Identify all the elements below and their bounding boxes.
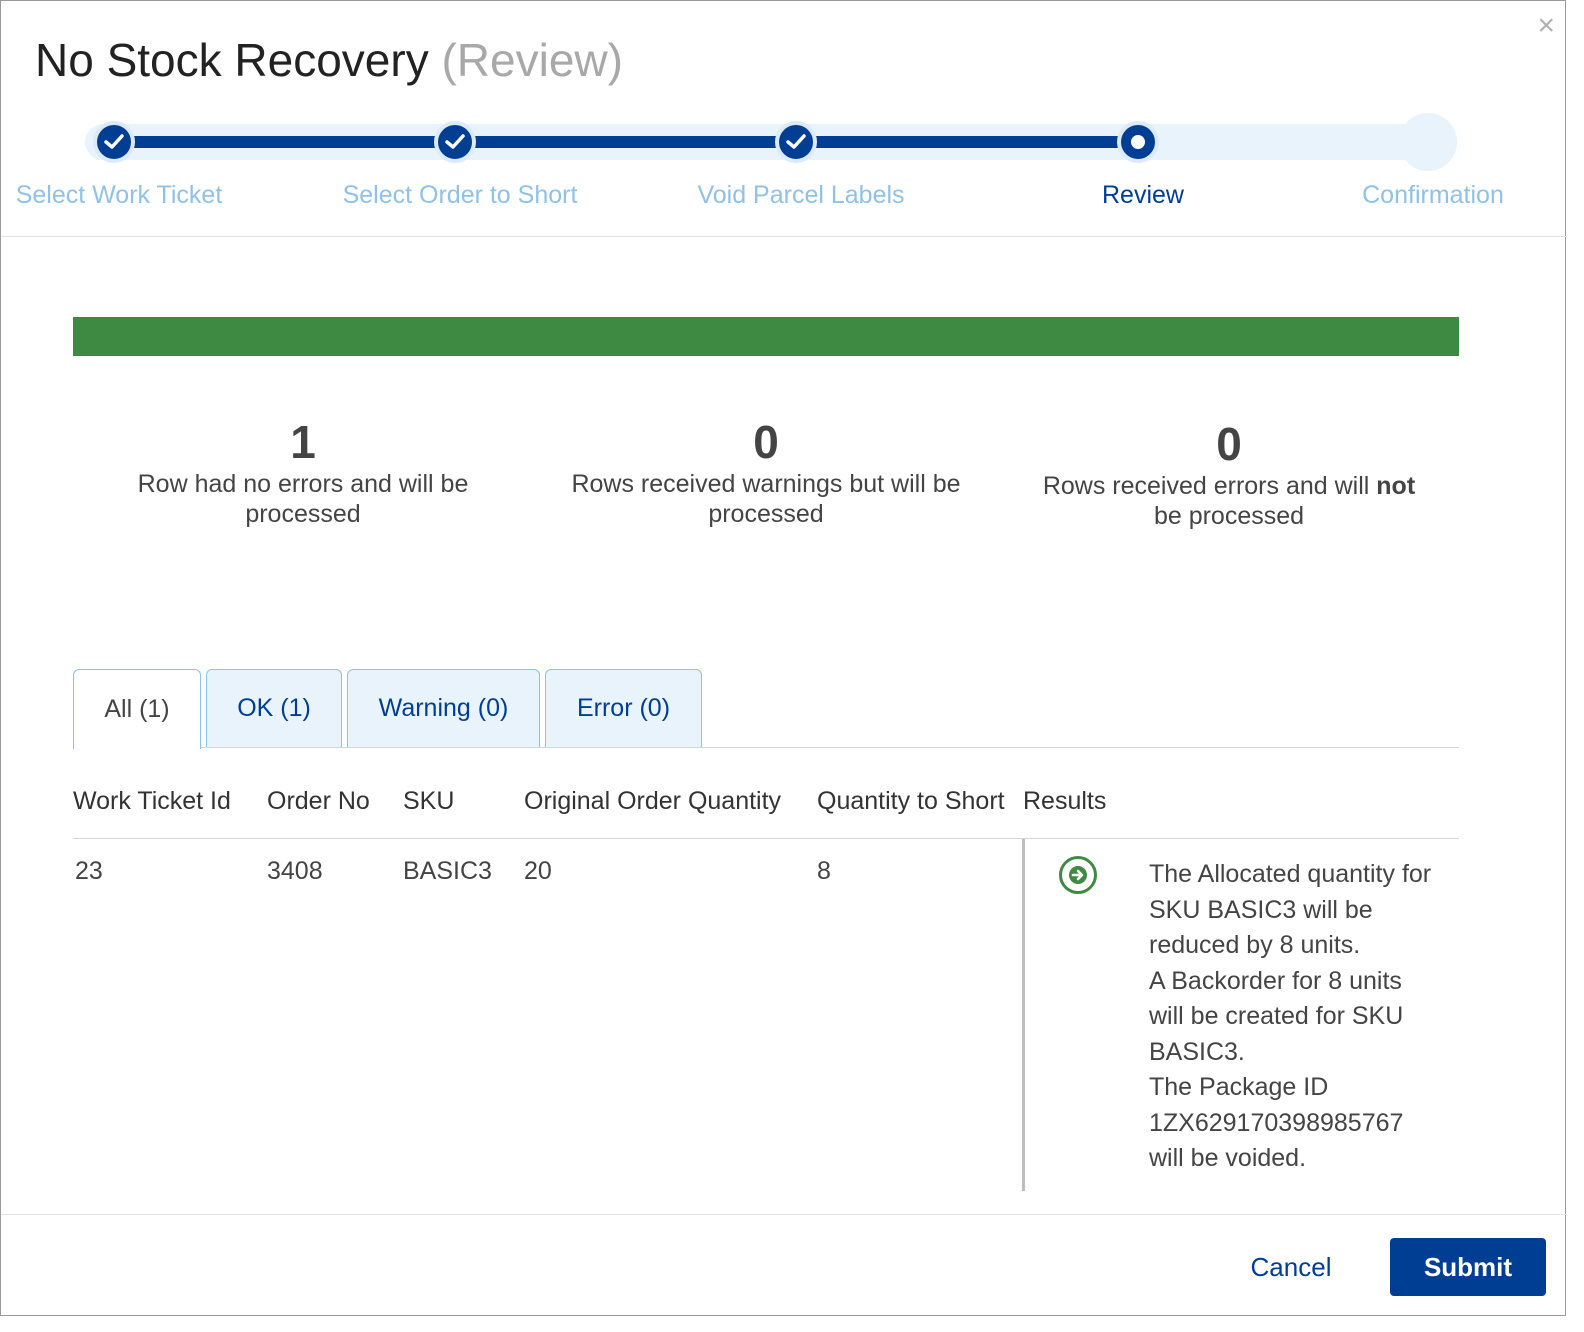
cell-work-ticket-id: 23 [75,857,103,885]
step-2-check-icon [434,121,476,163]
column-header-quantity-to-short: Quantity to Short [817,787,1005,815]
cell-order-no: 3408 [267,857,323,885]
step-label-select-order-to-short: Select Order to Short [342,181,578,209]
cancel-button[interactable]: Cancel [1241,1239,1341,1295]
stat-no-errors-count: 1 [290,416,316,468]
stat-errors-text-bold: not [1376,472,1416,500]
results-column-separator [1022,839,1025,1191]
result-line: A Backorder for 8 units [1149,966,1402,995]
footer-divider [1,1214,1567,1215]
column-header-original-order-quantity: Original Order Quantity [524,787,782,815]
step-label-void-parcel-labels: Void Parcel Labels [697,181,905,209]
column-header-order-no: Order No [267,787,370,815]
cell-quantity-to-short: 8 [817,857,831,885]
column-header-sku: SKU [403,787,455,815]
tab-error[interactable]: Error (0) [545,669,702,747]
results-tabs: All (1) OK (1) Warning (0) Error (0) [73,669,1459,749]
result-line: The Package ID [1149,1073,1329,1101]
step-label-review: Review [1102,181,1184,209]
submit-button[interactable]: Submit [1390,1238,1546,1296]
dialog-title-text: No Stock Recovery [35,34,429,86]
cell-results-text: The Allocated quantity for SKU BASIC3 wi… [1149,857,1449,1177]
table-header-divider [73,838,1459,839]
header-divider [1,236,1567,237]
dialog-title: No Stock Recovery (Review) [35,33,623,87]
column-header-results: Results [1023,787,1107,815]
stat-errors-text-before: Rows received errors and will [1042,472,1377,500]
result-line: The Allocated quantity for [1149,860,1432,888]
validation-progress-bar [73,317,1459,356]
result-line: will be created for SKU [1149,1002,1404,1030]
no-stock-recovery-dialog: × No Stock Recovery (Review) Select Work… [0,0,1567,1316]
dialog-subtitle: (Review) [441,34,623,86]
stat-warnings: 0 Rows received warnings but will be pro… [566,415,966,529]
stat-warnings-text: Rows received warnings but will be proce… [571,470,961,528]
stepper-progress-fill [115,136,1139,148]
stat-errors-text-after: be processed [1153,502,1305,530]
result-line: SKU BASIC3 will be [1149,895,1373,924]
step-3-check-icon [775,121,817,163]
step-label-select-work-ticket: Select Work Ticket [15,181,223,209]
step-label-confirmation: Confirmation [1362,181,1504,209]
result-line: reduced by 8 units. [1149,931,1361,959]
step-5-future-icon [1399,113,1457,171]
result-line: BASIC3. [1149,1037,1245,1066]
cell-original-order-quantity: 20 [524,857,552,885]
column-header-work-ticket-id: Work Ticket Id [73,787,231,815]
result-line: 1ZX629170398985767 [1149,1108,1404,1137]
tab-warning[interactable]: Warning (0) [347,669,540,747]
stat-errors: 0 Rows received errors and will not be p… [1029,417,1429,531]
arrow-right-circle-icon [1059,856,1097,894]
wizard-stepper: Select Work Ticket Select Order to Short… [1,109,1567,219]
close-icon[interactable]: × [1537,11,1555,41]
stat-errors-count: 0 [1216,418,1242,470]
cell-sku: BASIC3 [403,857,492,885]
stat-errors-text: Rows received errors and will not be pro… [1029,471,1429,531]
result-line: will be voided. [1149,1144,1307,1172]
step-1-check-icon [93,121,135,163]
tab-ok[interactable]: OK (1) [206,669,342,747]
stat-no-errors-text: Row had no errors and will be processed [137,470,469,528]
stat-no-errors: 1 Row had no errors and will be processe… [123,415,483,529]
tab-all[interactable]: All (1) [73,669,201,749]
stat-warnings-count: 0 [753,416,779,468]
step-4-current-dot-icon [1117,121,1159,163]
